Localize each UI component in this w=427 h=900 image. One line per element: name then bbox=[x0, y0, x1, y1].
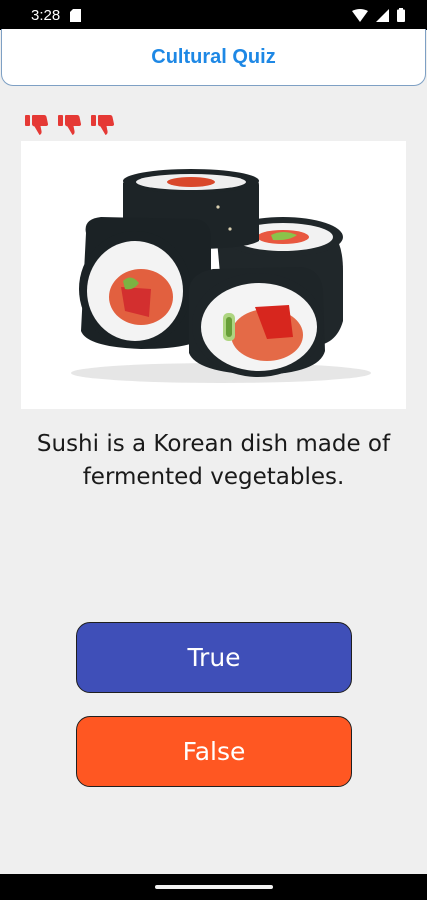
app-title: Cultural Quiz bbox=[151, 45, 276, 68]
true-button[interactable]: True bbox=[76, 622, 352, 693]
lives-row bbox=[25, 114, 117, 136]
thumbs-down-icon bbox=[25, 115, 49, 135]
false-button[interactable]: False bbox=[76, 716, 352, 787]
home-indicator[interactable] bbox=[155, 885, 273, 889]
question-image bbox=[21, 141, 406, 409]
status-left: 3:28 bbox=[31, 6, 82, 24]
status-time: 3:28 bbox=[31, 6, 61, 24]
sushi-rolls-image bbox=[21, 141, 406, 409]
status-bar: 3:28 bbox=[0, 0, 427, 30]
navigation-bar bbox=[0, 874, 427, 900]
sushi-roll-front bbox=[189, 267, 325, 377]
question-text: Sushi is a Korean dish made of fermented… bbox=[36, 431, 391, 490]
thumbs-down-icon bbox=[91, 115, 115, 135]
thumbs-down-icon bbox=[58, 115, 82, 135]
status-right bbox=[352, 8, 405, 22]
sd-card-icon bbox=[70, 8, 82, 22]
battery-icon bbox=[397, 8, 405, 22]
wifi-icon bbox=[352, 8, 368, 22]
signal-icon bbox=[376, 8, 389, 22]
app-header: Cultural Quiz bbox=[1, 29, 426, 86]
